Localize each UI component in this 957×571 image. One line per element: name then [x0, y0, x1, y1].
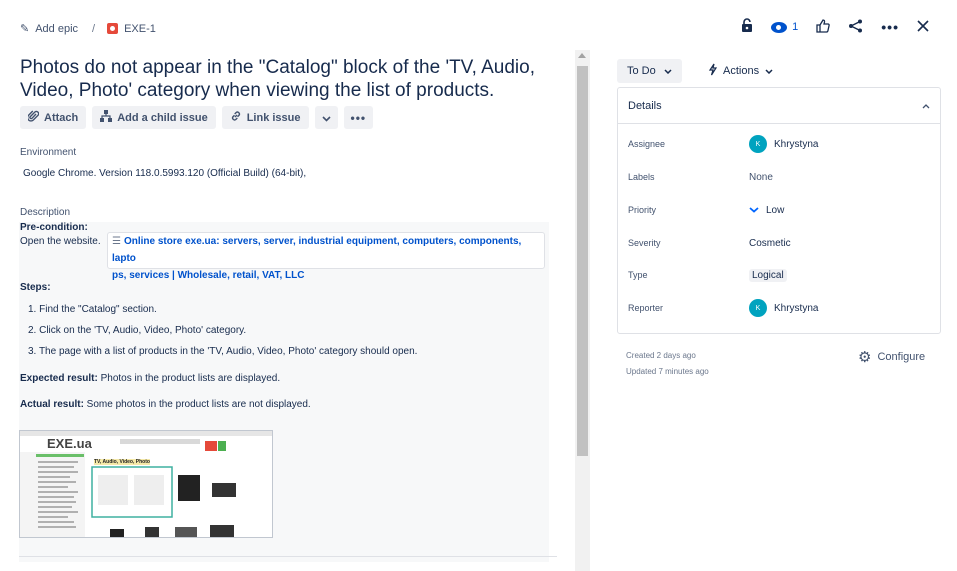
status-dropdown[interactable]: To Do — [617, 59, 682, 83]
reporter-name: Khrystyna — [774, 302, 819, 314]
avatar: K — [749, 135, 767, 153]
status-label: To Do — [627, 65, 656, 77]
priority-low-icon — [749, 205, 759, 216]
assignee-value[interactable]: K Khrystyna — [749, 135, 818, 153]
expected-result-label: Expected result: — [20, 373, 98, 384]
environment-label: Environment — [20, 147, 77, 158]
add-child-issue-button[interactable]: Add a child issue — [92, 106, 216, 129]
environment-value[interactable]: Google Chrome. Version 118.0.5993.120 (O… — [23, 168, 306, 179]
scroll-up-arrow-icon[interactable] — [578, 53, 586, 58]
breadcrumb: ✎ Add epic / EXE-1 — [20, 22, 156, 36]
link-icon — [230, 110, 242, 125]
actual-result-value: Some photos in the product lists are not… — [83, 399, 311, 410]
priority-label: Priority — [628, 205, 657, 215]
type-tag: Logical — [749, 268, 787, 282]
gear-icon: ⚙ — [858, 349, 872, 366]
link-issue-dropdown-button[interactable] — [314, 106, 338, 129]
issue-sidebar: To Do Actions Details Assignee K Khrysty… — [590, 50, 957, 571]
actions-dropdown[interactable]: Actions — [702, 59, 779, 83]
issue-toolbar: 1 ••• — [741, 18, 929, 36]
actual-result-label: Actual result: — [20, 399, 84, 410]
type-value[interactable]: Logical — [749, 268, 787, 282]
attach-button[interactable]: Attach — [20, 106, 87, 129]
link-issue-button[interactable]: Link issue — [221, 106, 309, 129]
attachment-thumbnail[interactable]: EXE.ua TV, Audio, Video, Photo — [19, 430, 273, 538]
paperclip-icon — [26, 110, 40, 125]
severity-value[interactable]: Cosmetic — [749, 238, 791, 249]
severity-label: Severity — [628, 238, 661, 248]
issue-action-buttons: Attach Add a child issue Link issue ••• — [20, 106, 374, 129]
field-type: Type Logical — [628, 265, 928, 285]
scrollbar-thumb[interactable] — [577, 66, 588, 456]
thumbnail-heading: TV, Audio, Video, Photo — [94, 459, 150, 465]
attach-label: Attach — [44, 111, 79, 124]
configure-label: Configure — [877, 351, 926, 363]
link-issue-label: Link issue — [246, 111, 301, 124]
divider — [19, 556, 557, 557]
field-assignee: Assignee K Khrystyna — [628, 134, 928, 154]
more-icon[interactable]: ••• — [881, 19, 899, 35]
updated-timestamp: Updated 7 minutes ago — [626, 367, 709, 376]
child-issue-icon — [100, 110, 113, 125]
issue-title[interactable]: Photos do not appear in the "Catalog" bl… — [20, 56, 560, 102]
issue-key-link[interactable]: EXE-1 — [124, 23, 156, 35]
actual-result: Actual result: Some photos in the produc… — [20, 399, 311, 410]
thumbs-up-icon[interactable] — [816, 18, 831, 36]
lightning-icon — [708, 63, 718, 79]
share-icon[interactable] — [848, 19, 863, 36]
field-reporter: Reporter K Khrystyna — [628, 298, 928, 318]
breadcrumb-separator: / — [92, 22, 96, 35]
smart-link-text-1: Online store exe.ua: servers, server, in… — [112, 236, 522, 264]
assignee-label: Assignee — [628, 139, 666, 149]
created-timestamp: Created 2 days ago — [626, 351, 696, 360]
chevron-down-icon — [321, 111, 331, 125]
configure-button[interactable]: ⚙ Configure — [858, 348, 925, 366]
steps-label: Steps: — [20, 282, 51, 293]
step-item: 3. The page with a list of products in t… — [28, 346, 418, 357]
bug-icon — [107, 23, 119, 34]
actions-label: Actions — [723, 65, 760, 77]
main-scrollbar[interactable] — [575, 50, 590, 571]
labels-value[interactable]: None — [749, 172, 773, 183]
avatar: K — [749, 299, 767, 317]
step-item: 2. Click on the 'TV, Audio, Video, Photo… — [28, 325, 247, 336]
pencil-icon: ✎ — [20, 23, 30, 35]
step-item: 1. Find the "Catalog" section. — [28, 304, 157, 315]
reporter-value[interactable]: K Khrystyna — [749, 299, 818, 317]
chevron-down-icon — [765, 65, 773, 77]
smart-link-text-2: ps, services | Wholesale, retail, VAT, L… — [112, 270, 305, 281]
eye-icon — [771, 21, 788, 33]
smart-link-card[interactable]: ☰ Online store exe.ua: servers, server, i… — [107, 232, 545, 281]
priority-value[interactable]: Low — [749, 205, 784, 216]
field-severity: Severity Cosmetic — [628, 233, 928, 253]
chevron-down-icon — [664, 65, 672, 77]
more-actions-button[interactable]: ••• — [343, 106, 374, 129]
reporter-label: Reporter — [628, 303, 664, 313]
labels-label: Labels — [628, 172, 655, 182]
add-child-issue-label: Add a child issue — [117, 111, 208, 124]
type-label: Type — [628, 270, 648, 280]
watch-count: 1 — [792, 21, 799, 33]
details-header[interactable]: Details — [618, 88, 940, 124]
add-epic-link[interactable]: Add epic — [35, 23, 78, 35]
description-label: Description — [20, 207, 71, 218]
watch-button[interactable]: 1 — [771, 21, 798, 33]
close-icon[interactable] — [917, 19, 929, 35]
chevron-up-icon[interactable] — [922, 100, 930, 112]
lock-icon[interactable] — [741, 18, 753, 36]
details-title: Details — [628, 99, 662, 112]
more-icon: ••• — [350, 110, 367, 125]
field-priority: Priority Low — [628, 200, 928, 220]
assignee-name: Khrystyna — [774, 138, 819, 150]
thumbnail-logo: EXE.ua — [47, 436, 92, 451]
field-labels: Labels None — [628, 167, 928, 187]
open-website-text: Open the website. — [20, 236, 101, 247]
expected-result: Expected result: Photos in the product l… — [20, 373, 280, 384]
priority-text: Low — [766, 204, 785, 216]
web-page-icon: ☰ — [112, 236, 121, 247]
expected-result-value: Photos in the product lists are displaye… — [97, 373, 281, 384]
precondition-label: Pre-condition: — [20, 222, 88, 233]
details-panel: Details Assignee K Khrystyna Labels None… — [617, 87, 941, 334]
